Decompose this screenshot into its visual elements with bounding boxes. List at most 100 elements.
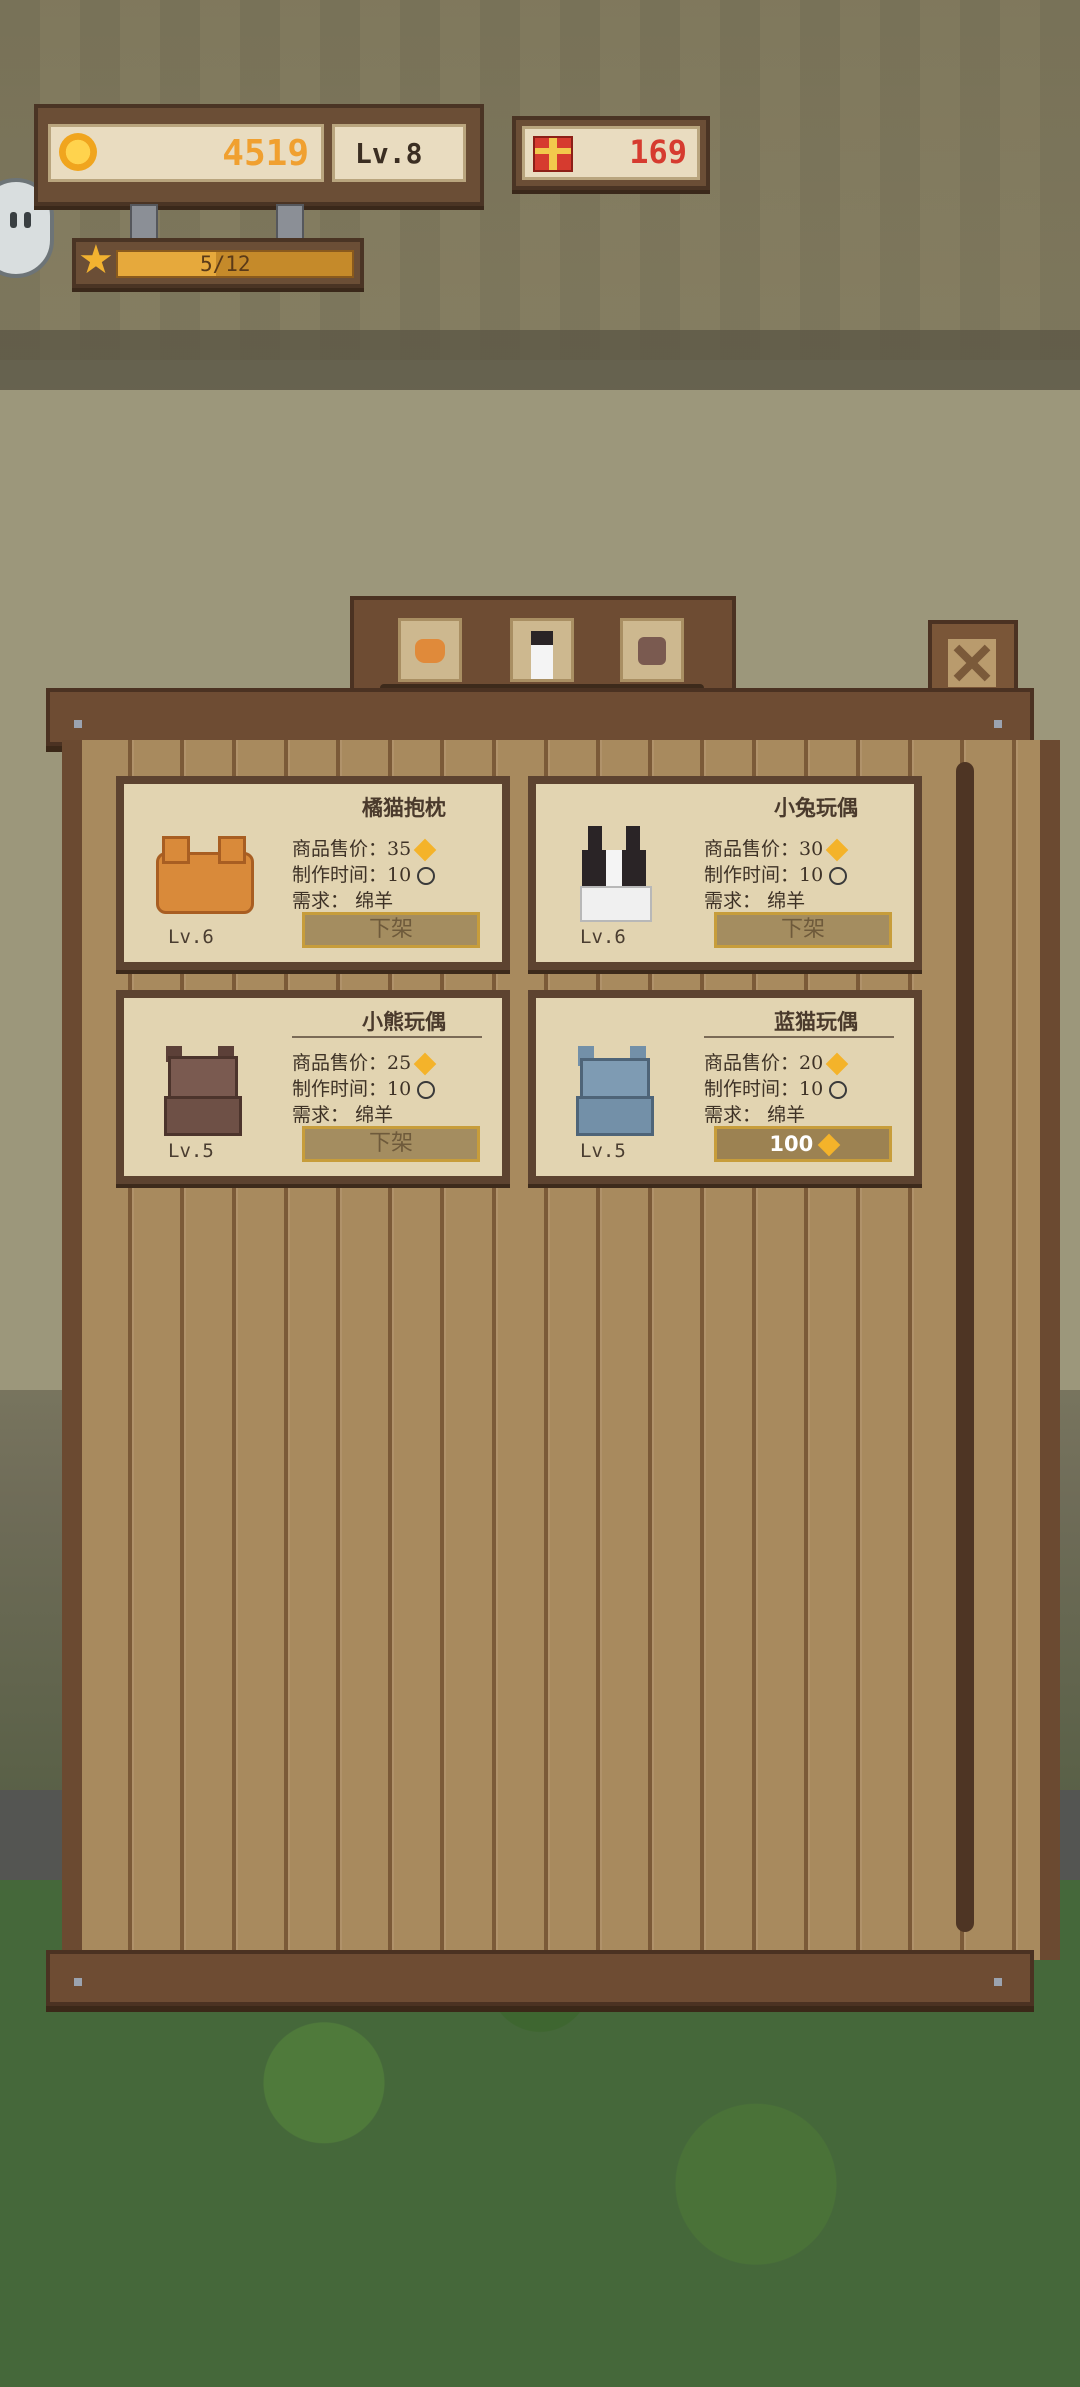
need-label: 需求： xyxy=(292,890,350,912)
price-value: 30 xyxy=(799,838,824,860)
close-icon xyxy=(948,639,996,687)
item-level: Lv.6 xyxy=(168,926,214,948)
unlock-price-button[interactable]: 100 xyxy=(714,1126,892,1162)
star-progress-text: 5/12 xyxy=(200,252,251,276)
delist-button[interactable]: 下架 xyxy=(302,912,480,948)
need-value: 绵羊 xyxy=(767,1104,806,1126)
orange-cat-icon xyxy=(415,639,445,663)
background-rail xyxy=(0,330,1080,390)
coin-count: 4519 xyxy=(222,133,309,174)
coin-icon xyxy=(59,133,97,171)
need-label: 需求： xyxy=(704,1104,762,1126)
gift-display: 169 xyxy=(522,126,700,180)
nail-icon xyxy=(994,720,1002,728)
level-display: Lv.8 xyxy=(332,124,466,182)
chain-icon xyxy=(130,204,158,242)
time-label: 制作时间： xyxy=(704,864,800,886)
item-name: 蓝猫玩偶 xyxy=(774,1009,858,1034)
item-level: Lv.5 xyxy=(168,1140,214,1162)
board-bottom-bar xyxy=(46,1950,1034,2006)
time-label: 制作时间： xyxy=(292,1078,388,1100)
price-label: 商品售价： xyxy=(704,1052,800,1074)
item-price-row: 商品售价：25 xyxy=(292,1048,437,1076)
need-label: 需求： xyxy=(704,890,762,912)
gift-panel[interactable]: 169 xyxy=(512,116,710,190)
item-card[interactable]: 小熊玩偶 商品售价：25 制作时间：10 需求： 绵羊 Lv.5 下架 xyxy=(116,990,510,1184)
rabbit-icon xyxy=(531,631,553,679)
item-price-row: 商品售价：30 xyxy=(704,834,849,862)
clock-icon xyxy=(417,867,436,885)
item-card[interactable]: 小兔玩偶 商品售价：30 制作时间：10 需求： 绵羊 Lv.6 下架 xyxy=(528,776,922,970)
coin-icon xyxy=(825,838,849,862)
item-time-row: 制作时间：10 xyxy=(704,860,848,887)
item-card[interactable]: 蓝猫玩偶 商品售价：20 制作时间：10 需求： 绵羊 Lv.5 100 xyxy=(528,990,922,1184)
chain-icon xyxy=(276,204,304,242)
item-time-row: 制作时间：10 xyxy=(292,860,436,887)
bear-doll-icon xyxy=(152,1038,252,1138)
item-name: 橘猫抱枕 xyxy=(362,795,446,820)
coin-icon xyxy=(413,838,437,862)
need-value: 绵羊 xyxy=(767,890,806,912)
item-need-row: 需求： 绵羊 xyxy=(292,1100,393,1127)
item-time-row: 制作时间：10 xyxy=(292,1074,436,1101)
price-label: 商品售价： xyxy=(292,1052,388,1074)
eye-icon xyxy=(24,212,31,228)
item-price-row: 商品售价：35 xyxy=(292,834,437,862)
gift-count: 169 xyxy=(629,133,687,171)
eye-icon xyxy=(10,212,17,228)
item-name: 小熊玩偶 xyxy=(362,1009,446,1034)
name-divider xyxy=(704,1036,894,1038)
name-divider xyxy=(292,1036,482,1038)
item-level: Lv.6 xyxy=(580,926,626,948)
star-progress-panel: 5/12 ★ xyxy=(72,238,364,288)
coin-icon xyxy=(825,1052,849,1076)
price-value: 35 xyxy=(387,838,412,860)
time-value: 10 xyxy=(799,1078,824,1100)
time-label: 制作时间： xyxy=(704,1078,800,1100)
need-value: 绵羊 xyxy=(355,890,394,912)
nail-icon xyxy=(74,1978,82,1986)
star-progress-bar: 5/12 xyxy=(116,250,354,278)
unlock-price: 100 xyxy=(769,1132,814,1156)
item-need-row: 需求： 绵羊 xyxy=(704,1100,805,1127)
tab-bear[interactable] xyxy=(620,618,684,682)
scrollbar[interactable] xyxy=(956,762,974,1932)
time-value: 10 xyxy=(799,864,824,886)
level-label: Lv.8 xyxy=(355,137,423,170)
time-value: 10 xyxy=(387,864,412,886)
item-time-row: 制作时间：10 xyxy=(704,1074,848,1101)
coin-icon xyxy=(817,1133,840,1157)
coin-display: 4519 xyxy=(48,124,324,182)
need-value: 绵羊 xyxy=(355,1104,394,1126)
time-label: 制作时间： xyxy=(292,864,388,886)
tab-orange-cat[interactable] xyxy=(398,618,462,682)
board-top-bar xyxy=(46,688,1034,746)
tab-rabbit[interactable] xyxy=(510,618,574,682)
price-value: 20 xyxy=(799,1052,824,1074)
need-label: 需求： xyxy=(292,1104,350,1126)
coin-level-panel: 4519 Lv.8 xyxy=(34,104,484,206)
bear-icon xyxy=(638,637,666,665)
item-price-row: 商品售价：20 xyxy=(704,1048,849,1076)
time-value: 10 xyxy=(387,1078,412,1100)
bunny-doll-icon xyxy=(564,824,664,924)
item-name: 小兔玩偶 xyxy=(774,795,858,820)
delist-button[interactable]: 下架 xyxy=(714,912,892,948)
delist-button[interactable]: 下架 xyxy=(302,1126,480,1162)
price-label: 商品售价： xyxy=(292,838,388,860)
item-level: Lv.5 xyxy=(580,1140,626,1162)
item-card[interactable]: 橘猫抱枕 商品售价：35 制作时间：10 需求： 绵羊 Lv.6 下架 xyxy=(116,776,510,970)
nail-icon xyxy=(74,720,82,728)
item-need-row: 需求： 绵羊 xyxy=(292,886,393,913)
item-need-row: 需求： 绵羊 xyxy=(704,886,805,913)
star-icon: ★ xyxy=(78,237,114,283)
gift-icon xyxy=(533,136,573,172)
blue-cat-doll-icon xyxy=(564,1038,664,1138)
coin-icon xyxy=(413,1052,437,1076)
price-label: 商品售价： xyxy=(704,838,800,860)
clock-icon xyxy=(829,1081,848,1099)
clock-icon xyxy=(417,1081,436,1099)
orange-cat-pillow-icon xyxy=(152,824,254,924)
clock-icon xyxy=(829,867,848,885)
nail-icon xyxy=(994,1978,1002,1986)
